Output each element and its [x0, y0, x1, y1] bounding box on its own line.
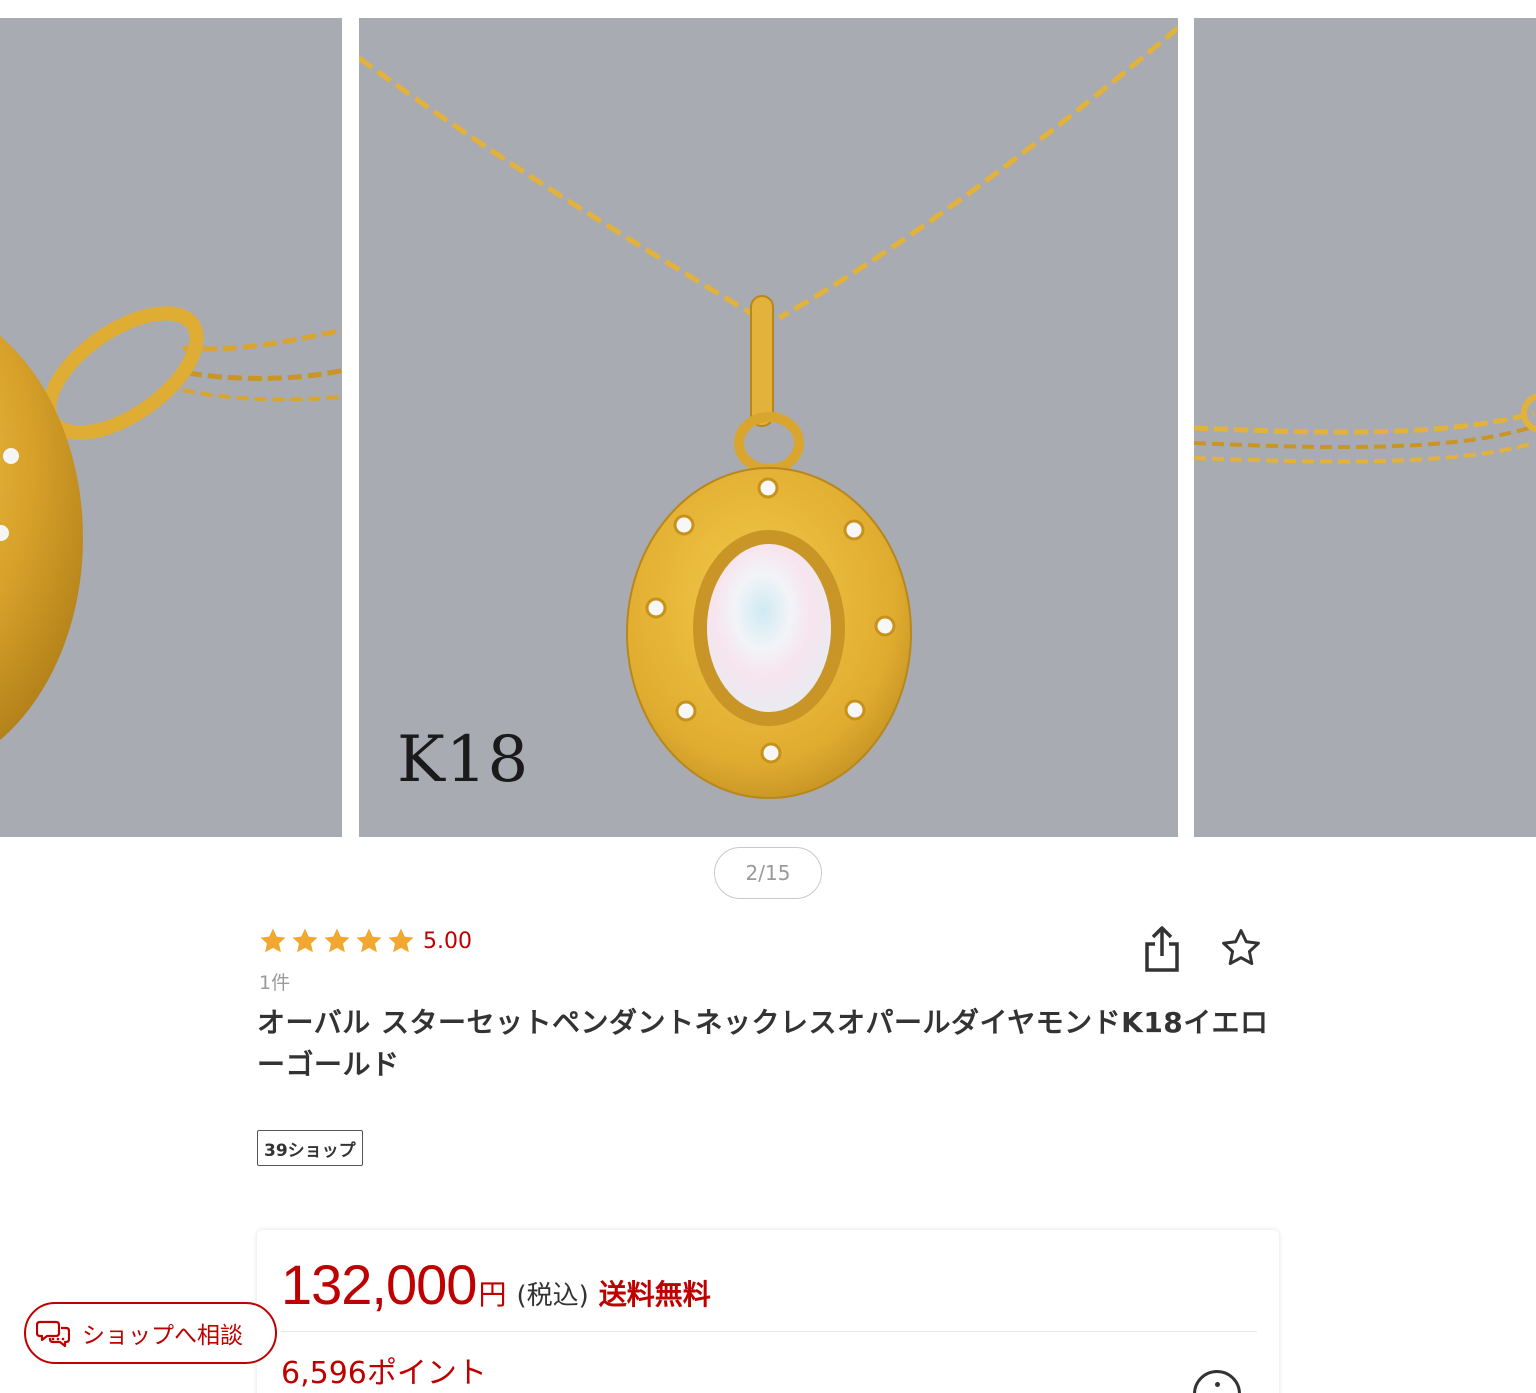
pendant-necklace-image [359, 26, 1178, 799]
favorite-button[interactable] [1219, 926, 1263, 970]
carousel-slide-previous[interactable] [0, 18, 342, 837]
karat-overlay-label: K18 [397, 723, 530, 797]
price-tax-note: (税込) [516, 1281, 589, 1311]
review-count[interactable]: 1件 [259, 968, 290, 995]
product-image-carousel[interactable]: K18 [0, 0, 1536, 837]
info-icon[interactable] [1193, 1370, 1241, 1393]
price-currency: 円 [478, 1278, 507, 1311]
rating-row[interactable]: 5.00 [257, 926, 472, 956]
rating-value[interactable]: 5.00 [423, 929, 472, 954]
star-filled-icon [356, 928, 382, 953]
chat-bubbles-icon [36, 1320, 70, 1348]
share-icon [1145, 926, 1179, 972]
star-filled-icon [324, 928, 350, 953]
carousel-slide-next[interactable] [1194, 18, 1536, 837]
carousel-slide-current[interactable]: K18 [359, 18, 1178, 837]
price-amount: 132,000 [281, 1253, 477, 1316]
price-divider [281, 1331, 1257, 1332]
price-row: 132,000 円 (税込) 送料無料 [281, 1252, 711, 1317]
consult-shop-label: ショップへ相談 [82, 1323, 243, 1349]
star-outline-icon [1222, 929, 1260, 966]
carousel-page-indicator: 2/15 [714, 847, 822, 899]
consult-shop-button[interactable]: ショップへ相談 [24, 1302, 277, 1364]
star-filled-icon [388, 928, 414, 953]
pendant-closeup-image [0, 306, 342, 741]
product-title: オーバル スターセットペンダントネックレスオパールダイヤモンドK18イエローゴー… [257, 1006, 1269, 1081]
points-label: 6,596ポイント [281, 1356, 487, 1391]
rating-stars [257, 926, 417, 956]
star-filled-icon [260, 928, 286, 953]
share-button[interactable] [1141, 924, 1183, 974]
free-shipping-label: 送料無料 [598, 1278, 711, 1311]
shop-39-badge: 39ショップ [257, 1130, 363, 1166]
chain-closeup-image [1194, 393, 1536, 464]
price-card: 132,000 円 (税込) 送料無料 6,596ポイント [257, 1230, 1279, 1393]
star-filled-icon [292, 928, 318, 953]
